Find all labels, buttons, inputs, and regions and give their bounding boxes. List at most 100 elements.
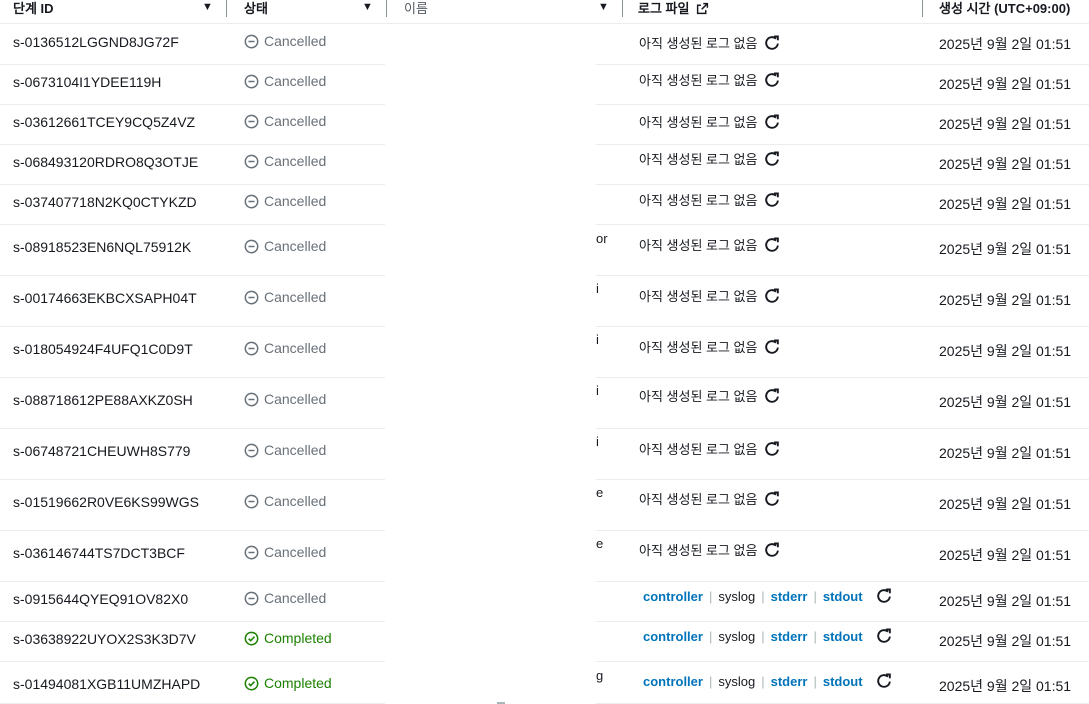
controller-log-link[interactable]: controller	[643, 674, 703, 689]
log-status: 아직 생성된 로그 없음	[639, 337, 781, 356]
syslog-text: syslog	[718, 588, 756, 604]
caret-down-icon[interactable]: ▼	[598, 1, 609, 13]
column-resizer[interactable]	[226, 0, 227, 17]
table-row[interactable]: s-068493120RDRO8Q3OTJE Cancelled 아직 생성된 로그…	[0, 145, 1089, 185]
table-row[interactable]: s-03612661TCEY9CQ5Z4VZ Cancelled 아직 생성된 로그…	[0, 105, 1089, 145]
log-status-label: 아직 생성된 로그 없음	[639, 340, 758, 355]
status-badge: Completed	[244, 675, 332, 691]
refresh-icon[interactable]	[763, 440, 781, 458]
table-row[interactable]: s-00174663EKBCXSAPH04T Cancelled i 아직 생성된 로…	[0, 276, 1089, 327]
log-status-label: 아직 생성된 로그 없음	[639, 238, 758, 253]
controller-log-link[interactable]: controller	[643, 629, 703, 644]
status-badge: Cancelled	[244, 544, 326, 560]
refresh-icon[interactable]	[763, 113, 781, 131]
refresh-icon[interactable]	[763, 71, 781, 89]
column-resizer[interactable]	[922, 0, 923, 17]
column-header-log-file[interactable]: 로그 파일	[638, 0, 709, 20]
stdout-log-link[interactable]: stdout	[823, 589, 863, 604]
step-id: s-01519662R0VE6KS99WGS	[13, 494, 199, 510]
stderr-log-link[interactable]: stderr	[771, 589, 808, 604]
step-name: i	[596, 332, 599, 347]
refresh-icon[interactable]	[763, 34, 781, 52]
table-row[interactable]: s-0915644QYEQ91OV82X0 Cancelled controller…	[0, 582, 1089, 622]
step-id: s-03638922UYOX2S3K3D7V	[13, 631, 196, 647]
log-status: 아직 생성된 로그 없음	[639, 190, 781, 209]
created-time: 2025년 9월 2일 01:51	[939, 116, 1072, 132]
refresh-icon[interactable]	[763, 236, 781, 254]
status-badge: Cancelled	[244, 193, 326, 209]
status-label: Completed	[264, 675, 332, 691]
status-label: Cancelled	[264, 590, 327, 606]
stderr-log-link[interactable]: stderr	[771, 674, 808, 689]
table-row[interactable]: s-018054924F4UFQ1C0D9T Cancelled i 아직 생성된 로…	[0, 327, 1089, 378]
table-row[interactable]: s-01519662R0VE6KS99WGS Cancelled e 아직 생성된 로…	[0, 480, 1089, 531]
cancelled-circle-icon	[244, 443, 259, 457]
log-status-label: 아직 생성된 로그 없음	[639, 193, 758, 208]
caret-down-icon[interactable]: ▼	[202, 1, 213, 13]
table-row[interactable]: s-06748721CHEUWH8S779 Cancelled i 아직 생성된 로그…	[0, 429, 1089, 480]
created-time: 2025년 9월 2일 01:51	[939, 678, 1072, 694]
column-header-created-label: 생성 시간 (UTC+09:00)	[939, 1, 1071, 16]
created-time: 2025년 9월 2일 01:51	[939, 496, 1072, 512]
log-status: 아직 생성된 로그 없음	[639, 70, 781, 89]
column-resizer[interactable]	[622, 0, 623, 17]
step-id: s-068493120RDRO8Q3OTJE	[13, 154, 199, 170]
stderr-log-link[interactable]: stderr	[771, 629, 808, 644]
divider: |	[761, 628, 765, 644]
refresh-icon[interactable]	[875, 627, 893, 645]
table-row[interactable]: s-01494081XGB11UMZHAPD Completed g controll…	[0, 662, 1089, 704]
refresh-icon[interactable]	[875, 672, 893, 690]
table-row[interactable]: s-08918523EN6NQL75912K Cancelled or 아직 생성된 …	[0, 225, 1089, 276]
log-status: 아직 생성된 로그 없음	[639, 439, 781, 458]
table-row[interactable]: s-037407718N2KQ0CTYKZD Cancelled 아직 생성된 로그…	[0, 185, 1089, 225]
column-header-created[interactable]: 생성 시간 (UTC+09:00)	[939, 0, 1070, 20]
step-id: s-06748721CHEUWH8S779	[13, 443, 191, 459]
step-name: i	[596, 434, 599, 449]
column-header-name-label: 이름	[404, 1, 428, 16]
log-status: 아직 생성된 로그 없음	[639, 149, 781, 168]
refresh-icon[interactable]	[763, 387, 781, 405]
status-label: Cancelled	[264, 193, 327, 209]
status-badge: Cancelled	[244, 391, 326, 407]
log-links: controller | syslog | stderr | stdout	[643, 672, 893, 690]
refresh-icon[interactable]	[875, 587, 893, 605]
table-row[interactable]: s-0673104I1YDEE119H Cancelled 아직 생성된 로그 없음…	[0, 65, 1089, 105]
status-label: Cancelled	[264, 544, 327, 560]
stdout-log-link[interactable]: stdout	[823, 674, 863, 689]
status-badge: Cancelled	[244, 493, 326, 509]
table-row[interactable]: s-03638922UYOX2S3K3D7V Completed controlle…	[0, 622, 1089, 662]
refresh-icon[interactable]	[763, 541, 781, 559]
cancelled-circle-icon	[244, 34, 259, 48]
refresh-icon[interactable]	[763, 191, 781, 209]
refresh-icon[interactable]	[763, 150, 781, 168]
controller-log-link[interactable]: controller	[643, 589, 703, 604]
cancelled-circle-icon	[244, 194, 259, 208]
table-row[interactable]: s-0136512LGGND8JG72F Cancelled 아직 생성된 로그 없…	[0, 24, 1089, 65]
refresh-icon[interactable]	[763, 287, 781, 305]
divider: |	[761, 588, 765, 604]
divider: |	[813, 588, 817, 604]
table-row[interactable]: s-088718612PE88AXKZ0SH Cancelled i 아직 생성된 로…	[0, 378, 1089, 429]
refresh-icon[interactable]	[763, 490, 781, 508]
created-time: 2025년 9월 2일 01:51	[939, 547, 1072, 563]
created-time: 2025년 9월 2일 01:51	[939, 633, 1072, 649]
table-row[interactable]: s-036146744TS7DCT3BCF Cancelled e 아직 생성된 로그…	[0, 531, 1089, 582]
cancelled-circle-icon	[244, 591, 259, 605]
stdout-log-link[interactable]: stdout	[823, 629, 863, 644]
column-header-name[interactable]: 이름	[404, 0, 428, 20]
caret-down-icon[interactable]: ▼	[362, 1, 373, 13]
divider: |	[813, 673, 817, 689]
status-label: Cancelled	[264, 493, 327, 509]
column-header-step-id[interactable]: 단계 ID	[13, 0, 54, 20]
column-resizer[interactable]	[386, 0, 387, 17]
step-name: e	[596, 536, 604, 551]
status-label: Completed	[264, 630, 332, 646]
external-link-icon[interactable]	[696, 2, 709, 15]
created-time: 2025년 9월 2일 01:51	[939, 241, 1072, 257]
log-status-label: 아직 생성된 로그 없음	[639, 36, 758, 51]
status-badge: Completed	[244, 630, 332, 646]
refresh-icon[interactable]	[763, 338, 781, 356]
created-time: 2025년 9월 2일 01:51	[939, 76, 1072, 92]
status-label: Cancelled	[264, 391, 327, 407]
column-header-status[interactable]: 상태	[244, 0, 268, 20]
